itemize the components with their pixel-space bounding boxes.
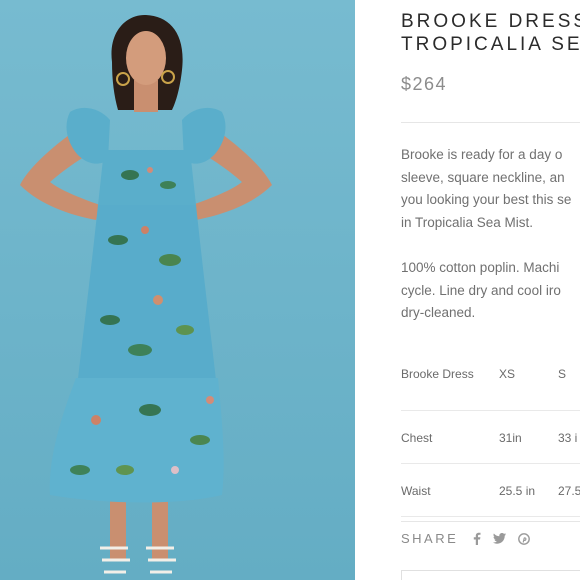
size-chart-row-label: Waist xyxy=(401,484,431,498)
size-chart-header-row: Brooke Dress XS S xyxy=(401,358,580,411)
share-label: SHARE xyxy=(401,531,459,546)
size-chart-cell: 25.5 in xyxy=(499,484,536,498)
description-line: in Tropicalia Sea Mist. xyxy=(401,214,534,230)
care-line: cycle. Line dry and cool iro xyxy=(401,282,561,298)
size-chart-table: Brooke Dress XS S Chest 31in 33 i Waist … xyxy=(401,358,580,517)
product-description: Brooke is ready for a day o sleeve, squa… xyxy=(401,144,580,234)
twitter-icon[interactable] xyxy=(493,533,507,544)
description-line: you looking your best this se xyxy=(401,192,572,207)
pinterest-icon[interactable] xyxy=(518,532,531,545)
care-line: 100% cotton poplin. Machi xyxy=(401,260,560,275)
care-line: dry-cleaned. xyxy=(401,305,476,320)
size-chart-cell: 33 i xyxy=(558,431,578,445)
size-select-dropdown[interactable] xyxy=(401,570,580,580)
facebook-icon[interactable] xyxy=(472,532,481,545)
size-chart-header-s: S xyxy=(558,367,567,381)
size-chart-row-label: Chest xyxy=(401,431,433,445)
divider xyxy=(401,521,580,522)
model-in-dress-image xyxy=(0,0,355,580)
size-chart-row-waist: Waist 25.5 in 27.5 xyxy=(401,464,580,517)
description-line: Brooke is ready for a day o xyxy=(401,147,563,162)
description-line: sleeve, square neckline, an xyxy=(401,169,565,185)
product-photo[interactable] xyxy=(0,0,355,580)
share-bar: SHARE xyxy=(401,531,542,546)
product-title-line-1: BROOKE DRESS xyxy=(401,11,580,32)
size-chart-cell: 31in xyxy=(499,431,522,445)
product-title: BROOKE DRESS TROPICALIA SEA xyxy=(401,10,580,56)
product-care-info: 100% cotton poplin. Machi cycle. Line dr… xyxy=(401,257,580,325)
size-chart-header-label: Brooke Dress xyxy=(401,367,474,381)
size-chart-row-chest: Chest 31in 33 i xyxy=(401,411,580,464)
row-divider xyxy=(401,516,580,517)
size-chart-header-xs: XS xyxy=(499,367,516,381)
product-info-panel: BROOKE DRESS TROPICALIA SEA $264 Brooke … xyxy=(355,0,580,580)
size-chart-cell: 27.5 xyxy=(558,484,580,498)
divider xyxy=(401,122,580,123)
product-price: $264 xyxy=(401,74,448,94)
product-title-line-2: TROPICALIA SEA xyxy=(401,34,580,55)
